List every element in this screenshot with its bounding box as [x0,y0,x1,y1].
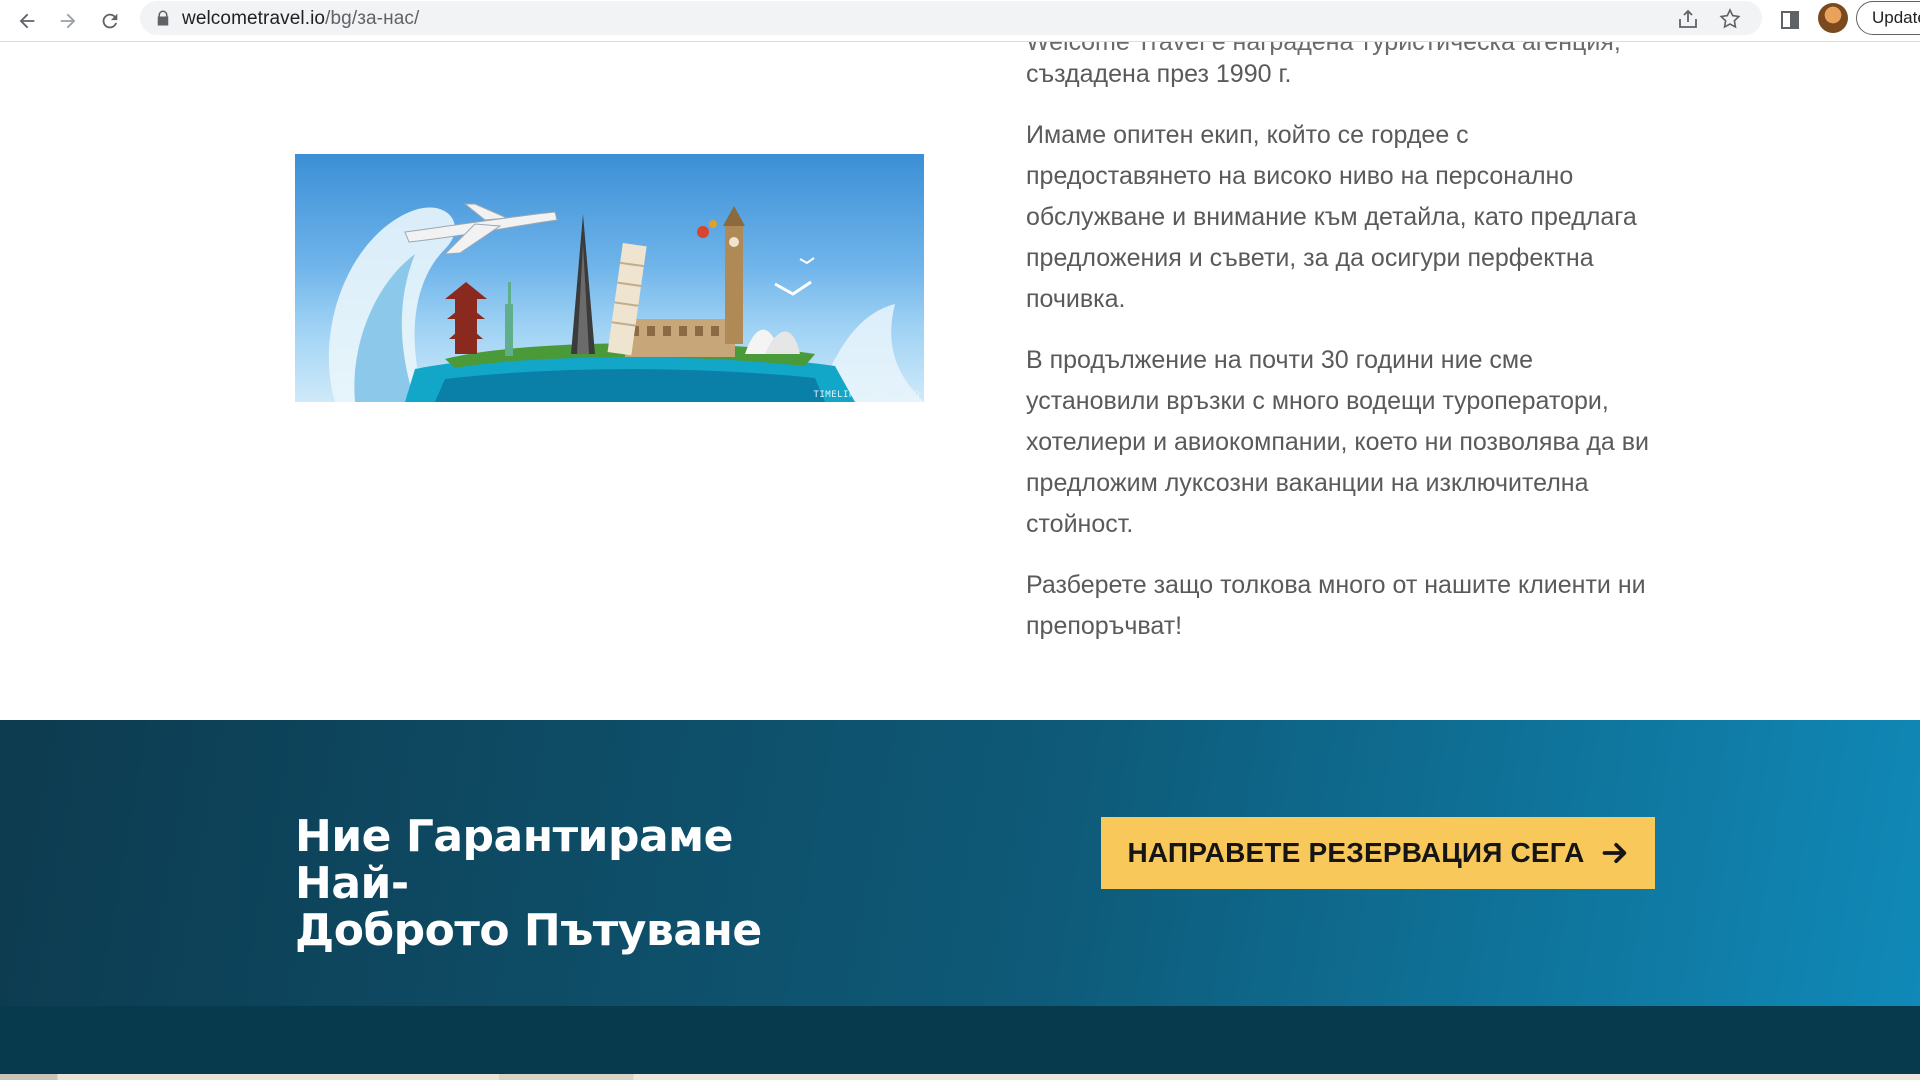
paragraph-line: предложим луксозни ваканции на изключите… [1026,469,1589,497]
paragraph-line: стойност. [1026,510,1134,538]
paragraph-line: предложения и съвети, за да осигури перф… [1026,244,1594,272]
about-founded-line: създадена през 1990 г. [1026,60,1292,88]
paragraph-line: Разберете защо толкова много от нашите к… [1026,571,1646,599]
cta-heading: Ние Гарантираме Най- Доброто Пътуване [295,813,855,954]
book-now-label: НАПРАВЕТЕ РЕЗЕРВАЦИЯ СЕГА [1127,837,1585,868]
paragraph-line: установили връзки с много водещи туропер… [1026,387,1609,415]
profile-avatar[interactable] [1818,3,1848,33]
url-text: welcometravel.io/bg/за-нас/ [182,8,419,30]
cta-heading-line-2: Доброто Пътуване [295,905,762,956]
paragraph-line: предоставянето на високо ниво на персона… [1026,162,1574,190]
arrow-right-icon [1602,842,1626,864]
paragraph-line: почивка. [1026,285,1126,313]
travel-landmarks-image: TIMELINECOVERS.PRO [295,154,924,402]
paragraph-line: хотелиери и авиокомпании, което ни позво… [1026,428,1649,456]
paragraph-line: Имаме опитен екип, който се гордее с [1026,121,1469,149]
book-now-button[interactable]: НАПРАВЕТЕ РЕЗЕРВАЦИЯ СЕГА [1101,817,1655,889]
browser-toolbar: welcometravel.io/bg/за-нас/ Update [0,0,1920,42]
address-bar[interactable]: welcometravel.io/bg/за-нас/ [140,1,1762,35]
arrow-left-icon [19,13,35,29]
image-watermark: TIMELINECOVERS.PRO [813,390,920,400]
url-path: /bg/за-нас/ [325,8,420,29]
paragraph-line: В продължение на почти 30 години ние сме [1026,346,1534,374]
forward-button[interactable] [50,3,86,39]
arrow-right-icon [60,13,76,29]
url-domain: welcometravel.io [182,8,326,29]
footer [0,1006,1920,1074]
reload-icon [102,13,118,29]
page-content: Welcome Travel е наградена туристическа … [0,42,1920,1080]
footer-bottom-strip [0,1074,1920,1080]
side-panel-icon[interactable] [1778,8,1802,32]
star-icon[interactable] [1718,7,1742,31]
back-button[interactable] [9,3,45,39]
landmarks-illustration [328,203,924,402]
share-icon[interactable] [1676,7,1700,31]
lock-icon [157,10,169,26]
cta-section: Ние Гарантираме Най- Доброто Пътуване НА… [0,720,1920,1006]
reload-button[interactable] [92,3,128,39]
cta-heading-line-1: Ние Гарантираме Най- [295,811,733,909]
paragraph-line: препоръчват! [1026,612,1183,640]
update-button[interactable]: Update [1856,1,1920,35]
paragraph-line: обслужване и внимание към детайла, като … [1026,203,1637,231]
